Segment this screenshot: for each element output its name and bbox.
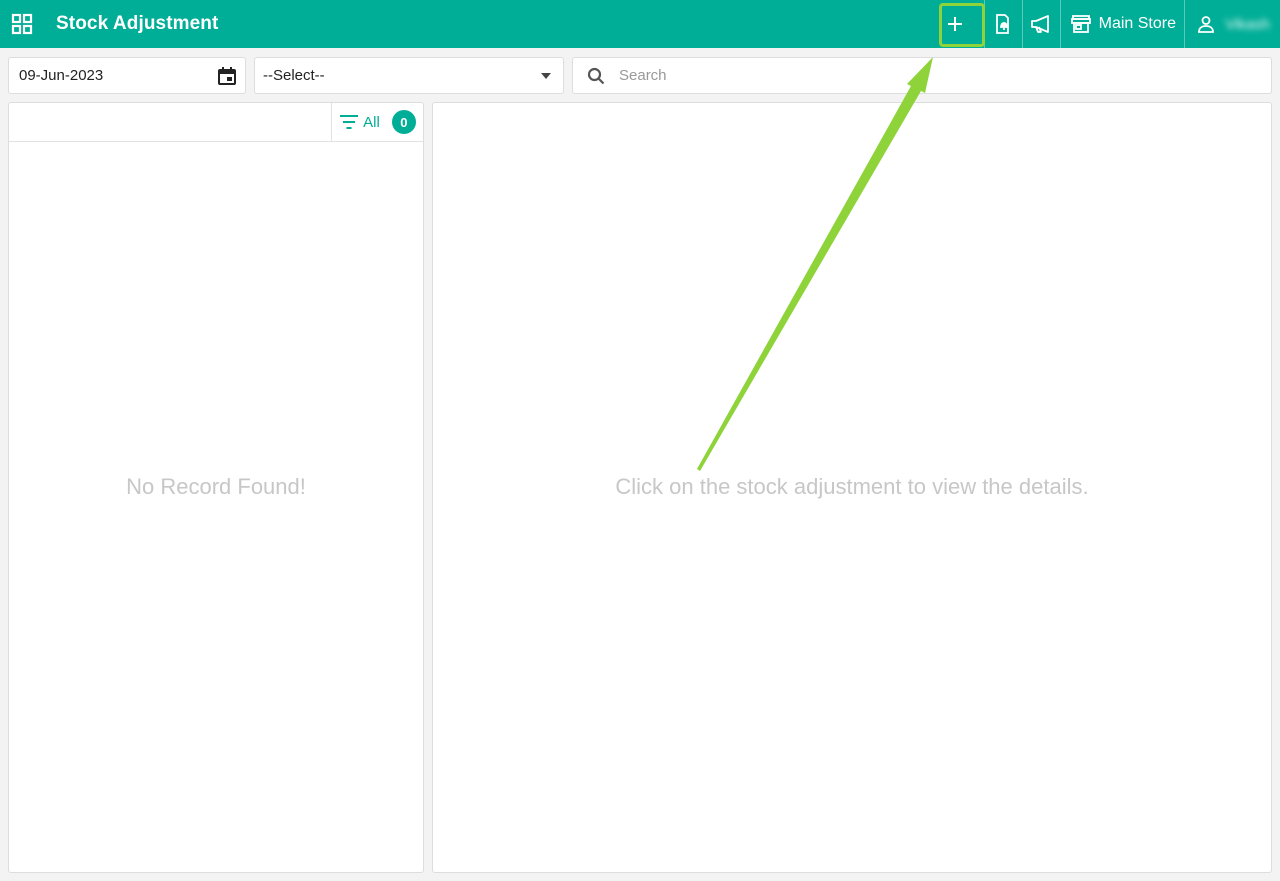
adjustment-list-panel: All 0 No Record Found!: [8, 102, 424, 873]
top-bar: Stock Adjustment Main Store Vikash: [0, 0, 1280, 48]
select-value: --Select--: [263, 67, 325, 84]
date-picker[interactable]: 09-Jun-2023: [8, 57, 246, 94]
search-input[interactable]: [619, 67, 1219, 84]
search-bar[interactable]: [572, 57, 1272, 94]
chevron-down-icon: [541, 72, 551, 79]
list-header: All 0: [9, 103, 423, 142]
add-button[interactable]: [902, 0, 984, 48]
mobile-bell-icon: [996, 14, 1010, 34]
detail-panel: Click on the stock adjustment to view th…: [432, 102, 1272, 873]
store-selector[interactable]: Main Store: [1059, 0, 1184, 48]
plus-icon: [947, 17, 962, 31]
user-icon: [1198, 16, 1215, 33]
detail-hint-message: Click on the stock adjustment to view th…: [615, 474, 1089, 499]
record-count-badge: 0: [391, 110, 416, 134]
user-menu[interactable]: Vikash: [1184, 0, 1280, 48]
empty-list-message: No Record Found!: [126, 474, 306, 499]
filter-select[interactable]: --Select--: [254, 57, 564, 94]
notifications-button[interactable]: [983, 0, 1022, 48]
date-value: 09-Jun-2023: [19, 67, 104, 84]
apps-grid-icon: [11, 13, 33, 35]
calendar-icon[interactable]: [217, 66, 237, 86]
filter-icon: [340, 115, 359, 129]
megaphone-icon: [1031, 15, 1050, 33]
status-filter-button[interactable]: All 0: [331, 103, 423, 141]
search-icon: [587, 67, 605, 84]
store-name: Main Store: [1098, 15, 1176, 32]
page-title: Stock Adjustment: [56, 13, 219, 34]
filter-label: All: [363, 113, 380, 131]
store-icon: [1070, 15, 1091, 33]
apps-menu-button[interactable]: [0, 0, 44, 48]
topbar-actions: Main Store Vikash: [902, 0, 1280, 48]
user-name: Vikash: [1225, 15, 1270, 33]
announcements-button[interactable]: [1021, 0, 1060, 48]
